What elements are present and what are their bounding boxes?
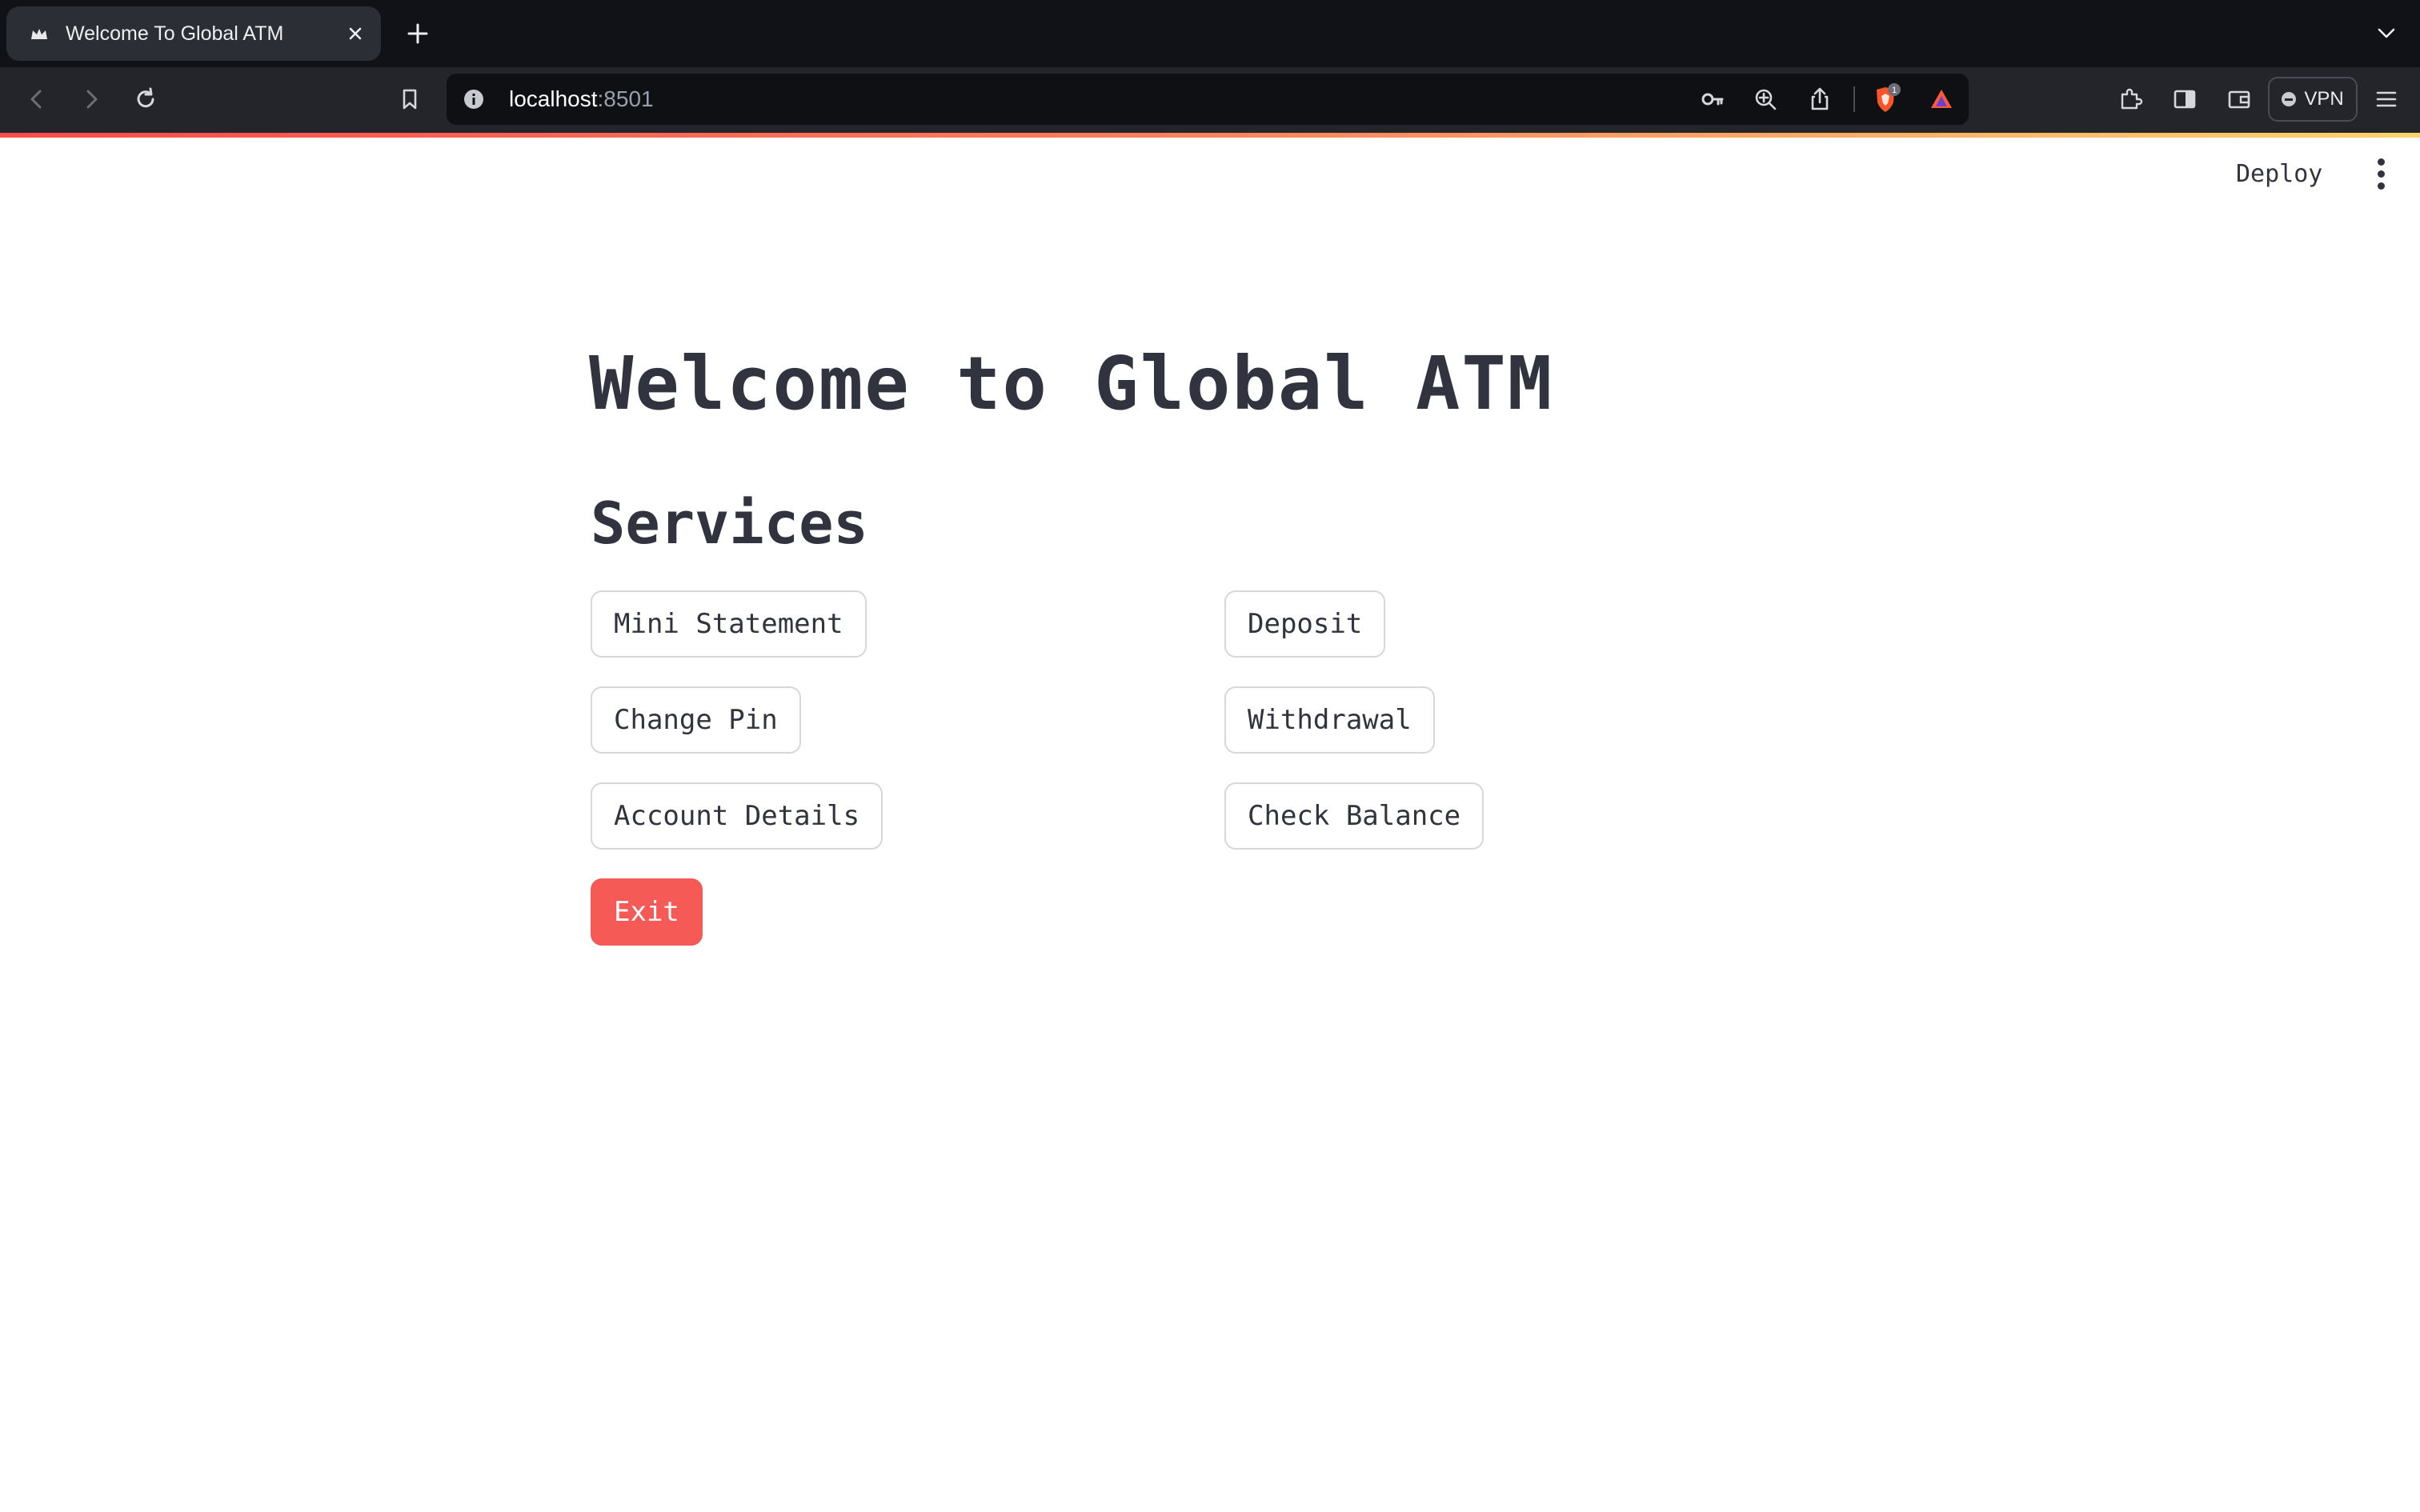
url-host: localhost xyxy=(509,86,598,111)
key-icon[interactable] xyxy=(1697,83,1729,115)
exit-button[interactable]: Exit xyxy=(591,878,703,946)
app-header-accent-bar xyxy=(0,133,2420,138)
services-heading: Services xyxy=(591,490,868,557)
address-bar[interactable]: localhost:8501 1 xyxy=(447,74,1969,125)
crown-favicon-icon xyxy=(31,29,47,39)
new-tab-plus-icon[interactable] xyxy=(402,18,434,50)
toolbar-divider xyxy=(1853,86,1855,112)
hamburger-menu-icon[interactable] xyxy=(2370,83,2402,115)
forward-arrow-icon[interactable] xyxy=(75,83,107,115)
browser-tab-active[interactable]: Welcome To Global ATM xyxy=(6,6,381,61)
main-menu-kebab-icon[interactable] xyxy=(2369,157,2393,192)
deposit-button[interactable]: Deposit xyxy=(1224,590,1386,658)
reload-icon[interactable] xyxy=(130,83,162,115)
site-info-icon[interactable] xyxy=(461,86,487,112)
close-tab-icon[interactable] xyxy=(341,19,370,48)
vpn-label: VPN xyxy=(2304,88,2344,110)
vpn-status-icon xyxy=(2282,92,2297,106)
tab-list-chevron-down-icon[interactable] xyxy=(2374,21,2399,46)
browser-toolbar: localhost:8501 1 VPN xyxy=(0,67,2420,133)
url-port: :8501 xyxy=(597,86,654,111)
tab-title: Welcome To Global ATM xyxy=(66,22,284,45)
mini-statement-button[interactable]: Mini Statement xyxy=(591,590,867,658)
change-pin-button[interactable]: Change Pin xyxy=(591,686,801,754)
account-details-button[interactable]: Account Details xyxy=(591,782,883,850)
deploy-button[interactable]: Deploy xyxy=(2225,152,2334,197)
brave-rewards-triangle-icon[interactable] xyxy=(1925,83,1957,115)
page-title: Welcome to Global ATM xyxy=(589,341,1554,426)
shields-badge-count: 1 xyxy=(1892,86,1897,95)
zoom-icon[interactable] xyxy=(1749,83,1781,115)
bookmark-icon[interactable] xyxy=(394,83,426,115)
url-text[interactable]: localhost:8501 xyxy=(509,74,654,125)
browser-tab-bar: Welcome To Global ATM xyxy=(0,0,2420,67)
extensions-puzzle-icon[interactable] xyxy=(2114,83,2146,115)
check-balance-button[interactable]: Check Balance xyxy=(1224,782,1484,850)
vpn-button[interactable]: VPN xyxy=(2268,77,2358,122)
back-arrow-icon[interactable] xyxy=(21,83,53,115)
brave-shields-icon[interactable]: 1 xyxy=(1868,82,1903,117)
wallet-icon[interactable] xyxy=(2223,83,2255,115)
share-icon[interactable] xyxy=(1804,83,1836,115)
sidebar-toggle-icon[interactable] xyxy=(2169,83,2201,115)
withdrawal-button[interactable]: Withdrawal xyxy=(1224,686,1435,754)
